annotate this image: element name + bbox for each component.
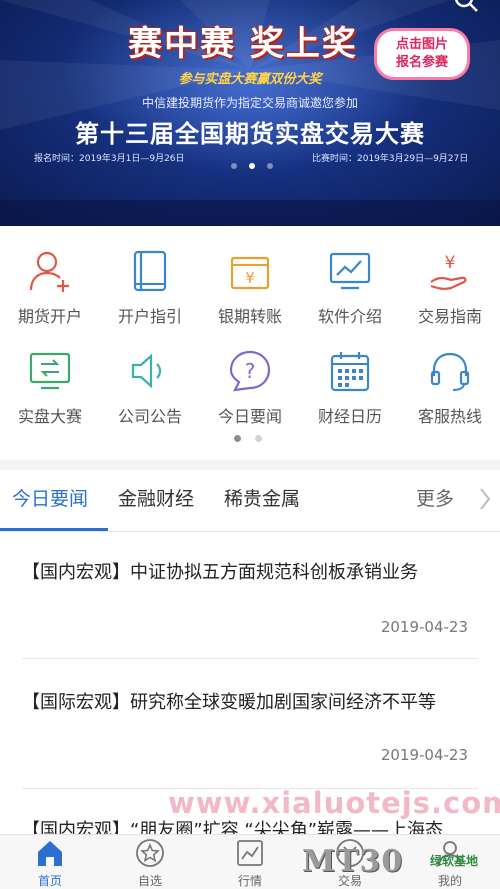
book-icon <box>133 250 167 292</box>
grid-item-label: 客服热线 <box>417 407 482 426</box>
grid-item-bank-transfer[interactable]: ¥ 银期转账 <box>200 244 300 344</box>
hand-yuan-icon: ¥ <box>430 253 467 290</box>
grid-item-todays-news[interactable]: ? 今日要闻 <box>200 344 300 444</box>
carousel-dot[interactable] <box>267 163 273 169</box>
grid-item-trading-contest[interactable]: 实盘大赛 <box>0 344 100 444</box>
banner-invite: 中信建投期货作为指定交易商诚邀您参加 <box>141 96 358 110</box>
banner-signup-time: 报名时间：2019年3月1日—9月26日 <box>34 154 185 164</box>
grid-row-2: 实盘大赛 公司公告 ? 今日要闻 财经日历 客服热线 <box>0 344 500 444</box>
grid-item-trading-guide[interactable]: ¥ 交易指南 <box>400 244 500 344</box>
grid-item-software[interactable]: 软件介绍 <box>300 244 400 344</box>
nav-label: 行情 <box>237 874 262 888</box>
nav-label: 首页 <box>37 874 62 888</box>
speaker-icon <box>131 353 162 389</box>
overlay-logo: MT30 <box>302 844 404 879</box>
page-dot[interactable] <box>255 435 262 442</box>
nav-label: 自选 <box>137 874 162 888</box>
bottom-nav: 首页 自选 行情 交易 我的 <box>0 834 500 889</box>
carousel-dot[interactable] <box>231 163 237 169</box>
grid-item-label: 实盘大赛 <box>17 407 82 426</box>
grid-item-label: 软件介绍 <box>317 307 382 326</box>
more-news-link[interactable]: 更多 <box>416 484 454 511</box>
home-icon <box>38 841 62 866</box>
news-date: 2019-04-23 <box>380 618 468 636</box>
svg-text:?: ? <box>245 359 256 383</box>
svg-text:¥: ¥ <box>445 253 456 273</box>
news-title: 【国际宏观】研究称全球变暖加剧国家间经济不平等 <box>22 692 436 713</box>
grid-item-service-hotline[interactable]: 客服热线 <box>400 344 500 444</box>
watermark-url: www.xialuotejs.com <box>168 786 500 820</box>
trade-monitor-icon <box>29 352 71 390</box>
headset-icon <box>430 352 470 391</box>
monitor-chart-icon <box>329 252 371 290</box>
overlay-logo-sub: 绿软基地 <box>430 854 479 868</box>
search-icon[interactable] <box>452 0 482 16</box>
grid-item-label: 开户指引 <box>117 307 182 326</box>
grid-item-label: 财经日历 <box>317 407 382 426</box>
svg-text:¥: ¥ <box>245 269 255 287</box>
grid-row-1: 期货开户 开户指引 ¥ 银期转账 软件介绍 ¥ 交易指南 <box>0 244 500 344</box>
tab-precious-metals[interactable]: 稀贵金属 <box>224 484 300 511</box>
nav-home[interactable]: 首页 <box>0 835 100 889</box>
chart-icon <box>237 840 263 866</box>
banner-subtitle: 参与实盘大赛赢双份大奖 <box>178 72 322 87</box>
active-tab-indicator <box>0 528 108 531</box>
banner-contest-time: 比赛时间：2019年3月29日—9月27日 <box>312 154 469 164</box>
grid-item-finance-calendar[interactable]: 财经日历 <box>300 344 400 444</box>
chevron-right-icon[interactable] <box>478 486 492 512</box>
badge-line1: 点击图片 <box>395 37 448 52</box>
grid-page-dots[interactable] <box>234 435 262 442</box>
nav-watchlist[interactable]: 自选 <box>100 835 200 889</box>
news-title: 【国内宏观】中证协拟五方面规范科创板承销业务 <box>22 562 418 583</box>
banner-main-title: 第十三届全国期货实盘交易大赛 <box>75 119 425 148</box>
promo-banner[interactable]: 赛中赛 奖上奖 参与实盘大赛赢双份大奖 中信建投期货作为指定交易商诚邀您参加 第… <box>0 0 500 226</box>
page-dot[interactable] <box>234 435 241 442</box>
grid-item-label: 银期转账 <box>217 307 282 326</box>
news-date: 2019-04-23 <box>380 746 468 764</box>
tab-todays-news[interactable]: 今日要闻 <box>12 484 88 511</box>
carousel-dot[interactable] <box>249 163 255 169</box>
news-tab-bar: 今日要闻 金融财经 稀贵金属 更多 <box>0 470 500 532</box>
grid-item-futures-account[interactable]: 期货开户 <box>0 244 100 344</box>
grid-item-account-guide[interactable]: 开户指引 <box>100 244 200 344</box>
calendar-icon <box>330 352 370 392</box>
grid-item-label: 交易指南 <box>417 307 482 326</box>
tab-finance[interactable]: 金融财经 <box>118 484 194 511</box>
star-icon <box>136 839 164 867</box>
signup-badge-button[interactable]: 点击图片 报名参赛 <box>374 28 470 80</box>
banner-carousel-dots[interactable] <box>212 163 292 173</box>
nav-market[interactable]: 行情 <box>200 835 300 889</box>
question-bubble-icon: ? <box>229 350 271 392</box>
badge-line2: 报名参赛 <box>395 55 448 70</box>
grid-item-label: 公司公告 <box>117 407 182 426</box>
news-divider <box>22 658 478 659</box>
yuan-transfer-icon: ¥ <box>230 256 270 290</box>
grid-item-label: 今日要闻 <box>217 407 282 426</box>
nav-label: 我的 <box>437 874 462 888</box>
user-add-icon <box>29 251 69 292</box>
banner-title: 赛中赛 奖上奖 <box>128 24 358 64</box>
grid-item-announcements[interactable]: 公司公告 <box>100 344 200 444</box>
quick-access-grid: 期货开户 开户指引 ¥ 银期转账 软件介绍 ¥ 交易指南 实盘大赛 公司公告 ?… <box>0 226 500 460</box>
grid-item-label: 期货开户 <box>17 307 82 326</box>
